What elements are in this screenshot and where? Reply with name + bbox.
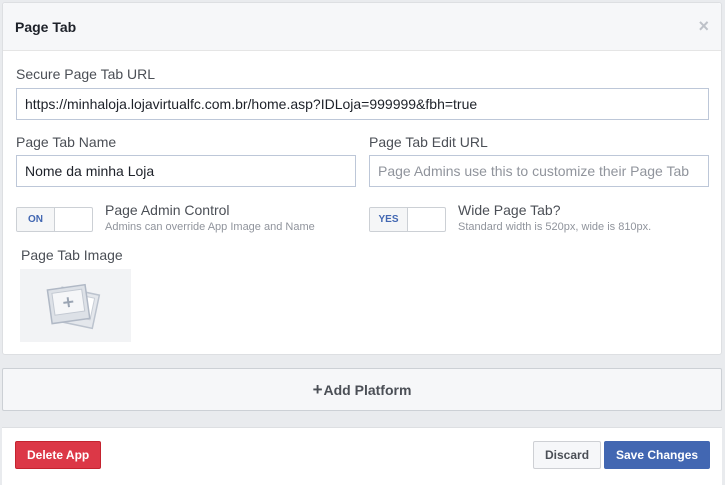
- wide-tab-toggle-state: YES: [370, 208, 408, 231]
- discard-button[interactable]: Discard: [533, 441, 602, 469]
- panel-header: Page Tab ×: [3, 3, 721, 51]
- edit-url-input[interactable]: [369, 155, 709, 187]
- save-changes-button[interactable]: Save Changes: [604, 441, 711, 469]
- image-placeholder-icon: [46, 283, 101, 330]
- wide-tab-title: Wide Page Tab?: [458, 202, 561, 218]
- wide-tab-description: Standard width is 520px, wide is 810px.: [458, 221, 652, 233]
- tab-name-input[interactable]: [16, 155, 356, 187]
- admin-control-title: Page Admin Control: [105, 202, 230, 218]
- wide-tab-toggle[interactable]: YES: [369, 207, 446, 232]
- secure-url-label: Secure Page Tab URL: [16, 66, 156, 82]
- tab-image-upload[interactable]: [20, 269, 131, 342]
- admin-control-toggle[interactable]: ON: [16, 207, 93, 232]
- close-icon[interactable]: ×: [698, 17, 709, 35]
- secure-url-input[interactable]: [16, 88, 709, 120]
- admin-control-toggle-state: ON: [17, 208, 55, 231]
- page-tab-panel: Page Tab × Secure Page Tab URL Page Tab …: [2, 2, 722, 355]
- add-platform-label: Add Platform: [323, 382, 412, 398]
- footer-bar: Delete App Discard Save Changes: [2, 427, 722, 485]
- add-platform-button[interactable]: +Add Platform: [2, 368, 722, 411]
- delete-app-button[interactable]: Delete App: [15, 441, 102, 469]
- tab-image-label: Page Tab Image: [21, 247, 123, 263]
- panel-title: Page Tab: [15, 19, 77, 35]
- plus-icon: +: [312, 380, 323, 399]
- edit-url-label: Page Tab Edit URL: [369, 134, 488, 150]
- admin-control-description: Admins can override App Image and Name: [105, 221, 315, 233]
- tab-name-label: Page Tab Name: [16, 134, 117, 150]
